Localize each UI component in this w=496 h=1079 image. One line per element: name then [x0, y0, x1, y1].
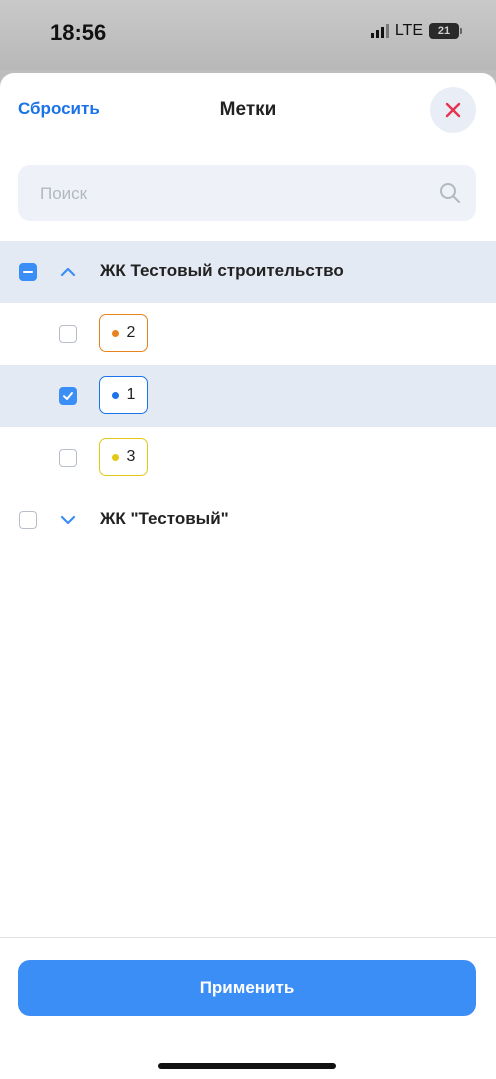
tags-sheet: Сбросить Метки ЖК Тестовый строительство: [0, 73, 496, 1079]
tag-checkbox[interactable]: [59, 387, 77, 405]
tag-checkbox[interactable]: [59, 449, 77, 467]
apply-button[interactable]: Применить: [18, 960, 476, 1016]
home-indicator: [158, 1063, 336, 1069]
battery-icon: 21: [429, 23, 462, 39]
chevron-down-icon[interactable]: [58, 510, 78, 530]
battery-level: 21: [429, 23, 459, 39]
status-indicators: LTE 21: [370, 22, 462, 40]
group-row[interactable]: ЖК "Тестовый": [0, 489, 496, 551]
tag-dot: [111, 391, 119, 399]
checkmark-icon: [63, 392, 73, 400]
search-field[interactable]: [18, 165, 476, 223]
tag-label: 2: [126, 324, 136, 341]
reset-button[interactable]: Сбросить: [18, 99, 100, 119]
group-label: ЖК "Тестовый": [100, 509, 229, 528]
close-button[interactable]: [430, 87, 476, 133]
tag-label: 3: [126, 448, 136, 465]
status-time: 18:56: [50, 20, 107, 45]
group-row[interactable]: ЖК Тестовый строительство: [0, 241, 496, 303]
tag-chip: 1: [99, 376, 148, 414]
chevron-up-icon[interactable]: [58, 262, 78, 282]
tag-label: 1: [126, 386, 136, 403]
tag-chip: 3: [99, 438, 148, 476]
tag-dot: [111, 453, 119, 461]
signal-icon: [370, 24, 389, 38]
sheet-header: Сбросить Метки: [0, 73, 496, 145]
group-label: ЖК Тестовый строительство: [100, 261, 344, 280]
group-checkbox[interactable]: [19, 511, 37, 529]
group-checkbox[interactable]: [19, 263, 37, 281]
search-icon[interactable]: [438, 181, 462, 205]
network-type: LTE: [394, 22, 423, 39]
footer-divider: [0, 937, 496, 938]
tag-row[interactable]: 1: [0, 365, 496, 427]
tag-dot: [111, 329, 119, 337]
search-input[interactable]: [38, 165, 422, 223]
close-x-icon: [445, 102, 461, 118]
tags-tree: ЖК Тестовый строительство 2 1 3 ЖК "Тест…: [0, 241, 496, 551]
tag-chip: 2: [99, 314, 148, 352]
tag-row[interactable]: 3: [0, 427, 496, 489]
tag-checkbox[interactable]: [59, 325, 77, 343]
tag-row[interactable]: 2: [0, 303, 496, 365]
status-bar: 18:56 LTE 21: [0, 0, 496, 70]
